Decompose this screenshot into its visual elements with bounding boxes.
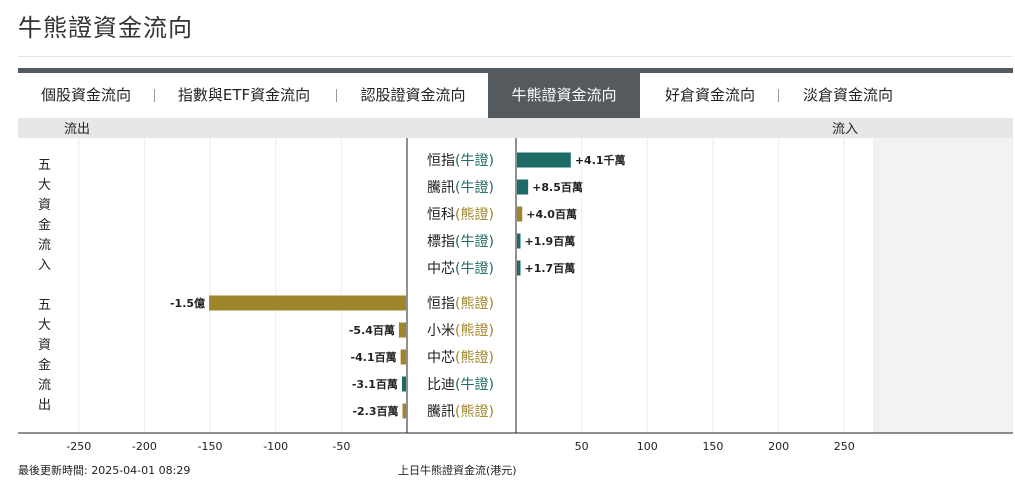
cbbc-type: (熊證) [455,322,494,339]
bar-value-label: -5.4百萬 [349,323,395,337]
bar-inflow [517,152,571,168]
section-label-char: 出 [38,398,52,413]
x-tick-label: -150 [198,440,223,453]
bar-outflow [209,295,406,311]
bar-value-label: +1.9百萬 [525,234,576,248]
bar-value-label: +8.5百萬 [532,180,583,194]
section-label-char: 金 [38,218,52,233]
bar-value-label: -4.1百萬 [351,350,397,364]
category-label: 標指(牛證) [427,233,494,250]
cbbc-type: (熊證) [455,206,494,223]
bar-inflow [517,179,529,195]
chart-bars: 恒指(牛證) +4.1千萬騰訊(牛證) +8.5百萬恒科(熊證) +4.0百萬標指(牛… [170,152,626,420]
bar-inflow [517,233,521,249]
bar-value-label: -3.1百萬 [352,377,398,391]
cbbc-type: (熊證) [455,403,494,420]
bar-value-label: -2.3百萬 [352,404,398,418]
bar-inflow [517,260,521,276]
cbbc-type: (牛證) [455,233,494,250]
section-label-char: 流 [38,238,52,253]
underlying-name: 恒指 [427,296,455,312]
underlying-name: 中芯 [427,261,455,277]
chart-axes [18,138,1013,434]
category-label: 中芯(熊證) [427,349,494,366]
section-label-char: 五 [38,298,52,313]
cbbc-type: (熊證) [455,349,494,366]
underlying-name: 恒指 [427,153,455,169]
section-label-char: 資 [38,338,52,353]
bar-value-label: +4.0百萬 [526,207,577,221]
chart-caption: 上日牛熊證資金流(港元) [398,464,517,477]
underlying-name: 比迪 [427,377,455,393]
outflow-header: 流出 [64,122,90,137]
section-label-outflow: 五大資金流出 [38,296,54,416]
x-tick-label: 250 [834,440,855,453]
underlying-name: 中芯 [427,350,455,366]
section-label-inflow: 五大資金流入 [38,156,54,276]
x-tick-label: -50 [332,440,350,453]
section-label-char: 流 [38,378,52,393]
section-label-char: 金 [38,358,52,373]
section-label-char: 大 [38,178,52,193]
category-label: 騰訊(牛證) [427,179,494,196]
cbbc-flow-chart: 流出 流入 恒指(牛證) +4.1千萬騰訊(牛證) +8.5百萬恒科(熊證) +4.0… [18,118,1013,453]
last-updated-time: 最後更新時間: 2025-04-01 08:29 [18,464,191,477]
underlying-name: 騰訊 [427,179,455,196]
x-tick-label: 100 [637,440,658,453]
underlying-name: 恒科 [427,207,455,223]
category-label: 比迪(牛證) [427,376,494,393]
bar-value-label: +4.1千萬 [575,153,626,167]
underlying-name: 標指 [427,234,455,250]
cbbc-type: (牛證) [455,260,494,277]
bar-value-label: -1.5億 [170,296,205,310]
chart-x-ticks: -250 -200 -150 -100 -50 50 100 150 200 250 [66,440,854,453]
x-tick-label: 200 [768,440,789,453]
chart-header-band [18,118,1013,138]
chart-right-margin [873,138,1013,433]
x-tick-label: -200 [132,440,157,453]
bar-value-label: +1.7百萬 [525,261,576,275]
bar-inflow [517,206,523,222]
inflow-header: 流入 [832,122,858,137]
category-label: 小米(熊證) [427,322,494,339]
category-label: 騰訊(熊證) [427,403,494,420]
x-tick-label: -250 [66,440,91,453]
bar-outflow [400,349,406,365]
cbbc-type: (牛證) [455,376,494,393]
section-label-char: 五 [38,158,52,173]
bar-outflow [401,376,406,392]
x-tick-label: 50 [575,440,589,453]
x-tick-label: -100 [263,440,288,453]
category-label: 恒指(熊證) [427,295,494,312]
bar-outflow [402,403,406,419]
bar-outflow [398,322,406,338]
category-label: 恒指(牛證) [427,152,494,169]
section-label-char: 入 [38,258,52,273]
category-label: 中芯(牛證) [427,260,494,277]
category-label: 恒科(熊證) [427,206,494,223]
section-label-char: 大 [38,318,52,333]
section-label-char: 資 [38,198,52,213]
cbbc-type: (牛證) [455,152,494,169]
x-tick-label: 150 [702,440,723,453]
underlying-name: 小米 [427,323,455,339]
cbbc-type: (牛證) [455,179,494,196]
underlying-name: 騰訊 [427,403,455,420]
cbbc-type: (熊證) [455,295,494,312]
